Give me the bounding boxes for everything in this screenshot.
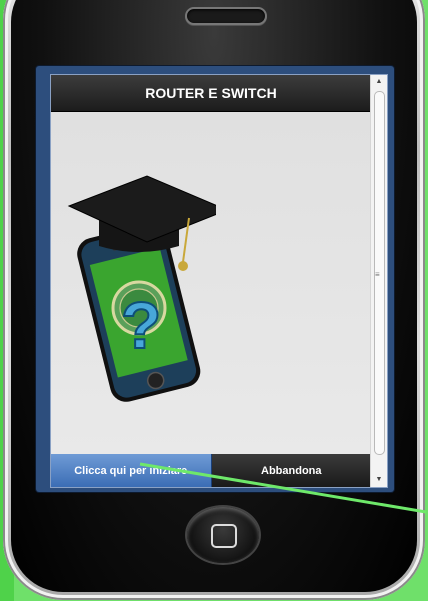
quit-button[interactable]: Abbandona [211, 454, 371, 487]
triangle-up-icon[interactable]: ▲ [371, 75, 387, 89]
start-button[interactable]: Clicca qui per iniziare [51, 454, 212, 487]
grip-icon: ≡ [375, 270, 380, 279]
home-button[interactable] [187, 507, 259, 563]
page-title: ROUTER E SWITCH [51, 75, 371, 112]
triangle-down-icon[interactable]: ▼ [371, 473, 387, 487]
vertical-scrollbar[interactable]: ▲ ≡ ▼ [370, 75, 387, 487]
app-screen: ? ROUTER E SWITCH Clicca qui per iniziar… [50, 74, 388, 488]
graduation-cap-phone-question-icon: ? [67, 175, 216, 402]
home-square-icon [211, 524, 237, 548]
footer-bar: Clicca qui per iniziare Abbandona [51, 454, 371, 487]
content-area: ? [51, 112, 371, 454]
svg-text:?: ? [121, 288, 161, 362]
speaker-grille [185, 7, 267, 25]
